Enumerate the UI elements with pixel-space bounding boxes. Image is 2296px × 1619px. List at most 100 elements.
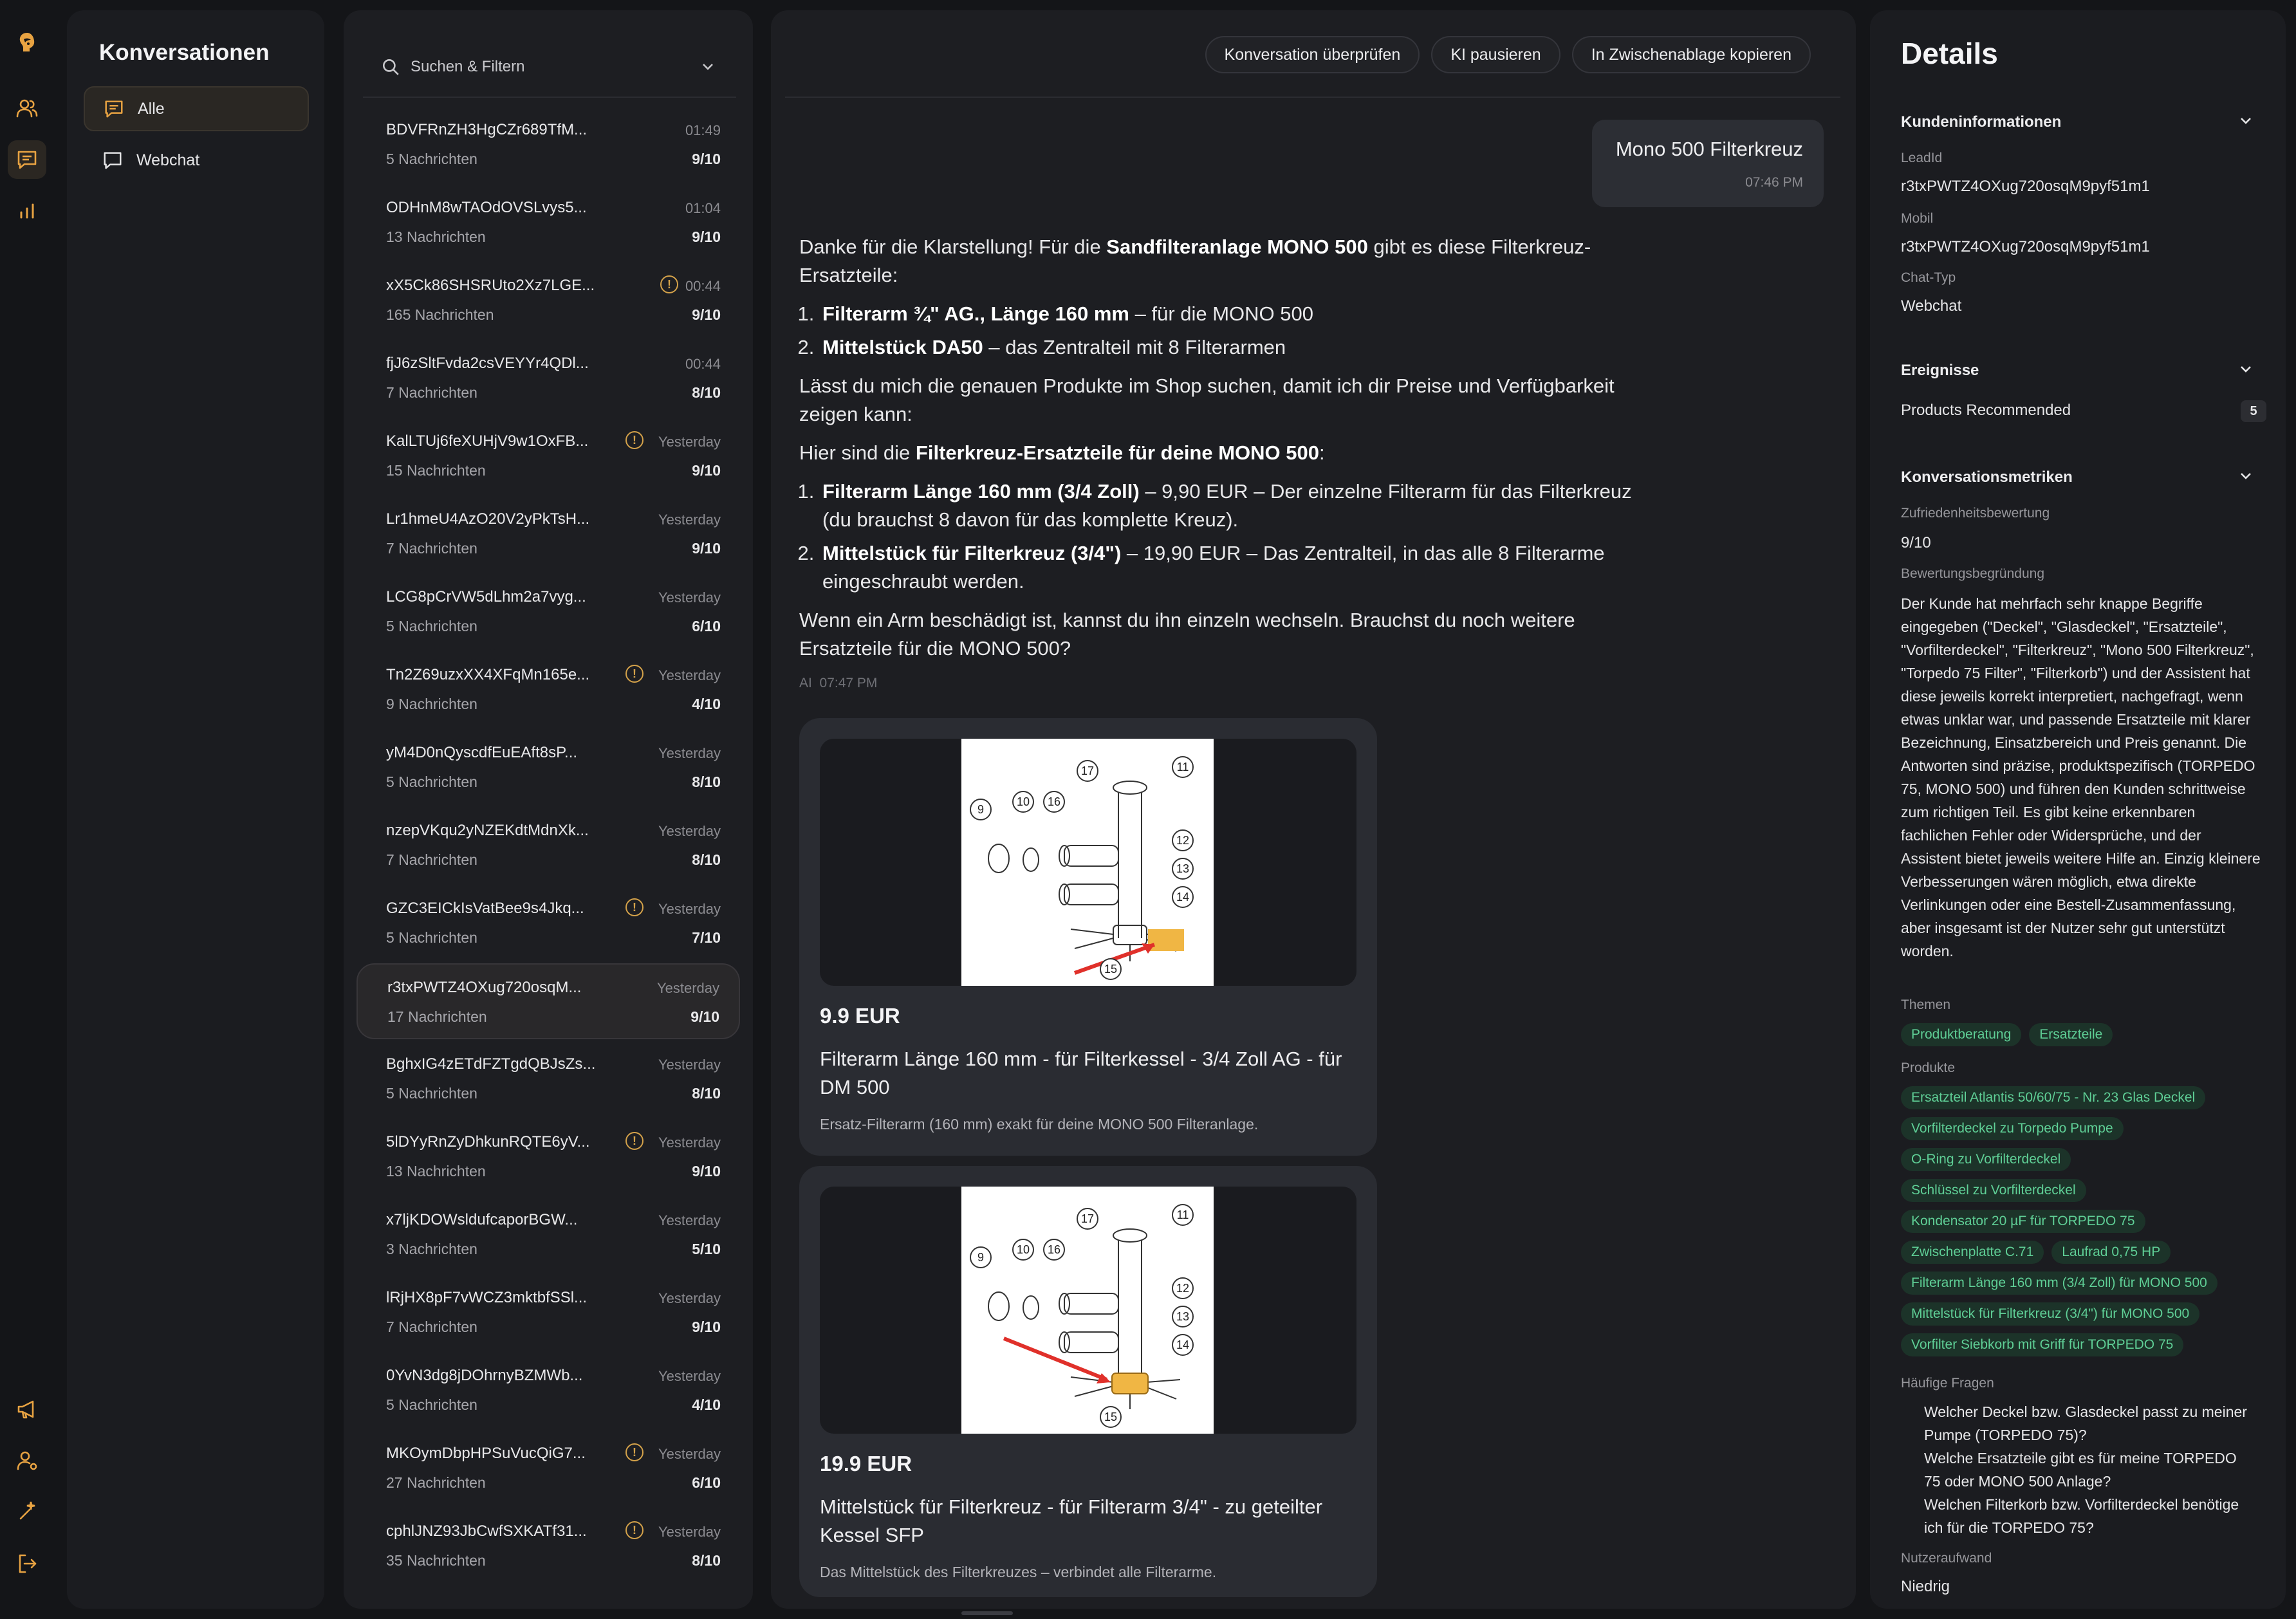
- message-count: 5 Nachrichten: [386, 929, 477, 946]
- conversation-item[interactable]: LCG8pCrVW5dLhm2a7vyg... 5 Nachrichten Yest…: [356, 574, 740, 650]
- chevron-down-icon[interactable]: [2237, 360, 2255, 378]
- list-item: Mittelstück für Filterkreuz (3/4") – 19,…: [820, 539, 1649, 596]
- conversation-time: Yesterday: [658, 1290, 721, 1306]
- search-filter[interactable]: Suchen & Filtern: [369, 41, 730, 93]
- conversation-time: Yesterday: [658, 1446, 721, 1462]
- tag-chip: Ersatzteile: [2029, 1023, 2113, 1046]
- logout-icon[interactable]: [8, 1544, 46, 1583]
- metrics-section[interactable]: Konversationsmetriken: [1901, 468, 2255, 486]
- event-count-badge: 5: [2241, 400, 2266, 422]
- conversation-id: BDVFRnZH3HgCZr689TfM...: [386, 121, 588, 138]
- chevron-down-icon[interactable]: [2237, 467, 2255, 485]
- nav-item-alle[interactable]: Alle: [84, 86, 309, 131]
- message-count: 7 Nachrichten: [386, 851, 477, 868]
- conversation-score: 9/10: [692, 151, 721, 167]
- nav-item-webchat[interactable]: Webchat: [84, 138, 309, 183]
- pause-ai-button[interactable]: KI pausieren: [1431, 36, 1560, 73]
- details-panel: Details Kundeninformationen LeadId r3txP…: [1870, 10, 2286, 1609]
- conversation-score: 6/10: [692, 1474, 721, 1491]
- magic-wand-icon[interactable]: [8, 1492, 46, 1530]
- topic-chips: Produktberatung Ersatzteile: [1901, 1023, 2261, 1046]
- conversation-item[interactable]: 0YvN3dg8jDOhrnyBZMWb... 5 Nachrichten Yest…: [356, 1353, 740, 1429]
- users-icon[interactable]: [8, 89, 46, 127]
- faq-item: Welcher Deckel bzw. Glasdeckel passt zu …: [1924, 1403, 2247, 1443]
- diagram-label: 15: [1104, 963, 1117, 976]
- tag-chip: Kondensator 20 µF für TORPEDO 75: [1901, 1210, 2145, 1233]
- conversation-item[interactable]: nzepVKqu2yNZEKdtMdnXk... 7 Nachrichten Yes…: [356, 808, 740, 884]
- tag-chip: Laufrad 0,75 HP: [2051, 1241, 2171, 1264]
- conversation-item[interactable]: x7ljKDOWsldufcaporBGW... 3 Nachrichten Yes…: [356, 1197, 740, 1273]
- conversation-score: 9/10: [692, 462, 721, 479]
- review-conversation-button[interactable]: Konversation überprüfen: [1205, 36, 1420, 73]
- message-count: 9 Nachrichten: [386, 696, 477, 712]
- conversation-score: 9/10: [692, 228, 721, 245]
- conversation-item[interactable]: BghxIG4zETdFZTgdQBJsZs... 5 Nachrichten Ye…: [356, 1041, 740, 1117]
- conversation-time: Yesterday: [658, 512, 721, 528]
- conversation-id: 0YvN3dg8jDOhrnyBZMWb...: [386, 1367, 583, 1384]
- conversation-list-panel: Suchen & Filtern BDVFRnZH3HgCZr689TfM...…: [344, 10, 753, 1609]
- message-count: 35 Nachrichten: [386, 1552, 486, 1569]
- conversation-item[interactable]: KalLTUj6feXUHjV9w1OxFB... 15 Nachrichten Y…: [356, 418, 740, 494]
- conversation-item[interactable]: ODHnM8wTAOdOVSLvys5... 13 Nachrichten 01:0…: [356, 185, 740, 261]
- conversation-id: yM4D0nQyscdfEuEAft8sP...: [386, 744, 578, 761]
- conversation-id: GZC3EICkIsVatBee9s4Jkq...: [386, 900, 584, 917]
- product-image: 17 11 9 10 16 12 13 14 15: [820, 1187, 1356, 1434]
- diagram-label: 13: [1176, 1310, 1189, 1323]
- warning-icon: !: [625, 431, 643, 449]
- copy-to-clipboard-button[interactable]: In Zwischenablage kopieren: [1571, 36, 1811, 73]
- conversation-item[interactable]: cphlJNZ93JbCwfSXKATf31... 35 Nachrichten Y…: [356, 1508, 740, 1584]
- message-count: 27 Nachrichten: [386, 1474, 486, 1491]
- customer-info-section[interactable]: Kundeninformationen: [1901, 113, 2255, 131]
- product-price: 19.9 EUR: [820, 1452, 912, 1476]
- logo-icon[interactable]: [8, 23, 46, 62]
- conversation-id: BghxIG4zETdFZTgdQBJsZs...: [386, 1055, 596, 1073]
- conversation-item[interactable]: r3txPWTZ4OXug720osqM... 17 Nachrichten Yes…: [356, 963, 740, 1039]
- conversation-item[interactable]: xX5Ck86SHSRUto2Xz7LGE... 165 Nachrichten 0…: [356, 263, 740, 338]
- conversation-time: 00:44: [685, 278, 721, 294]
- diagram-label: 10: [1017, 1243, 1030, 1256]
- conversation-id: cphlJNZ93JbCwfSXKATf31...: [386, 1522, 587, 1540]
- scrollbar[interactable]: [961, 1611, 1013, 1615]
- conversation-score: 9/10: [692, 1318, 721, 1335]
- tag-chip: Vorfilter Siebkorb mit Griff für TORPEDO…: [1901, 1333, 2184, 1356]
- tag-chip: Schlüssel zu Vorfilterdeckel: [1901, 1179, 2086, 1202]
- chevron-down-icon[interactable]: [699, 58, 717, 76]
- conversation-item[interactable]: 5lDYyRnZyDhkunRQTE6yV... 13 Nachrichten Ye…: [356, 1119, 740, 1195]
- diagram-label: 14: [1176, 1338, 1189, 1351]
- conversation-item[interactable]: yM4D0nQyscdfEuEAft8sP... 5 Nachrichten Yes…: [356, 730, 740, 806]
- conversation-item[interactable]: Tn2Z69uzxXX4XFqMn165e... 9 Nachrichten Yes…: [356, 652, 740, 728]
- megaphone-icon[interactable]: [8, 1390, 46, 1429]
- product-card[interactable]: 17 11 9 10 16 12 13 14 15 9.9 EUR Filter…: [799, 718, 1377, 1156]
- chat-icon[interactable]: [8, 140, 46, 179]
- conversation-item[interactable]: fjJ6zSltFvda2csVEYYr4QDl... 7 Nachrichten…: [356, 340, 740, 416]
- tag-chip: Ersatzteil Atlantis 50/60/75 - Nr. 23 Gl…: [1901, 1086, 2206, 1109]
- conversation-item[interactable]: GZC3EICkIsVatBee9s4Jkq... 5 Nachrichten Ye…: [356, 885, 740, 961]
- ai-list: Filterarm Länge 160 mm (3/4 Zoll) – 9,90…: [799, 477, 1649, 596]
- conversation-item[interactable]: Lr1hmeU4AzO20V2yPkTsH... 7 Nachrichten Yes…: [356, 496, 740, 572]
- conversation-time: 01:04: [685, 200, 721, 216]
- conversation-score: 8/10: [692, 1085, 721, 1102]
- faq-list: Welcher Deckel bzw. Glasdeckel passt zu …: [1924, 1400, 2252, 1539]
- product-card[interactable]: 17 11 9 10 16 12 13 14 15 19.9 EUR Mitte…: [799, 1166, 1377, 1597]
- leadid-value: r3txPWTZ4OXug720osqM9pyf51m1: [1901, 178, 2150, 195]
- conversation-score: 8/10: [692, 384, 721, 401]
- conversation-id: KalLTUj6feXUHjV9w1OxFB...: [386, 432, 589, 450]
- conversation-item[interactable]: BDVFRnZH3HgCZr689TfM... 5 Nachrichten 01:4…: [356, 107, 740, 183]
- search-placeholder: Suchen & Filtern: [411, 58, 525, 75]
- diagram-label: 16: [1048, 1243, 1060, 1256]
- user-settings-icon[interactable]: [8, 1441, 46, 1480]
- diagram-label: 12: [1176, 1282, 1189, 1295]
- message-count: 165 Nachrichten: [386, 306, 494, 323]
- bar-chart-icon[interactable]: [8, 192, 46, 230]
- diagram-label: 10: [1017, 795, 1030, 808]
- product-chips: Ersatzteil Atlantis 50/60/75 - Nr. 23 Gl…: [1901, 1086, 2261, 1356]
- conversation-item[interactable]: lRjHX8pF7vWCZ3mktbfSSl... 7 Nachrichten Ye…: [356, 1275, 740, 1351]
- conversation-item[interactable]: MKOymDbpHPSuVucQiG7... 27 Nachrichten Yest…: [356, 1430, 740, 1506]
- diagram-label: 12: [1176, 834, 1189, 847]
- warning-icon: !: [625, 1521, 643, 1539]
- chevron-down-icon[interactable]: [2237, 112, 2255, 130]
- events-section[interactable]: Ereignisse: [1901, 362, 2255, 380]
- product-price: 9.9 EUR: [820, 1004, 900, 1028]
- message-count: 7 Nachrichten: [386, 1318, 477, 1335]
- message-count: 13 Nachrichten: [386, 1163, 486, 1180]
